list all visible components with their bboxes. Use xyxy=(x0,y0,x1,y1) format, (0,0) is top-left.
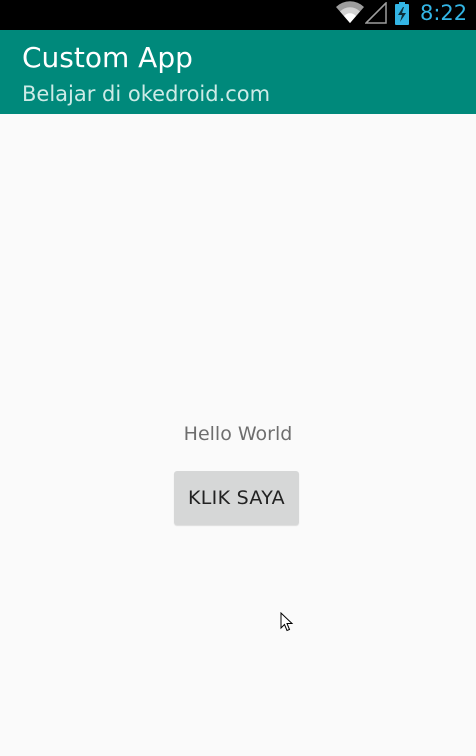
app-title: Custom App xyxy=(22,41,193,74)
mouse-cursor-icon xyxy=(280,611,294,636)
app-bar: Custom App Belajar di okedroid.com xyxy=(0,30,476,114)
status-clock: 8:22 xyxy=(420,1,468,25)
klik-saya-button[interactable]: KLIK SAYA xyxy=(174,471,299,525)
main-content: Hello World KLIK SAYA xyxy=(0,114,476,756)
wifi-icon xyxy=(336,1,364,29)
app-subtitle: Belajar di okedroid.com xyxy=(22,82,271,106)
hello-text: Hello World xyxy=(183,423,293,445)
battery-charging-icon xyxy=(394,2,410,30)
status-bar: 8:22 xyxy=(0,0,476,30)
signal-icon xyxy=(364,1,387,28)
